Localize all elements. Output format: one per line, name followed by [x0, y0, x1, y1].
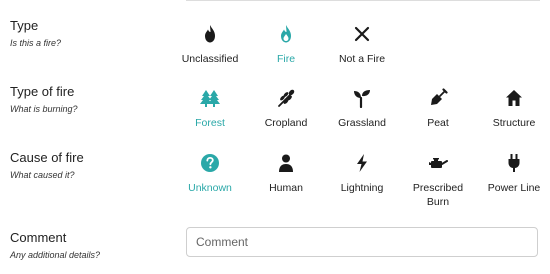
- question-circle-icon: [201, 154, 219, 172]
- cause-option-label: Human: [269, 182, 303, 194]
- cause-option-unknown[interactable]: Unknown: [173, 153, 247, 195]
- fire-type-option-label: Cropland: [264, 117, 308, 129]
- cause-option-label: Lightning: [340, 182, 384, 194]
- type-option-fire[interactable]: Fire: [249, 24, 323, 66]
- cause-option-prescribed-burn[interactable]: Prescribed Burn: [401, 153, 475, 209]
- fire-type-option-label: Structure: [492, 117, 536, 129]
- type-option-unclassified[interactable]: Unclassified: [173, 24, 247, 66]
- fire-type-option-forest[interactable]: Forest: [173, 88, 247, 130]
- type-of-fire-subtitle: What is burning?: [10, 104, 78, 114]
- fire-type-option-label: Peat: [427, 117, 449, 129]
- fire-type-option-grassland[interactable]: Grassland: [325, 88, 399, 130]
- comment-input[interactable]: [186, 227, 538, 257]
- cause-option-lightning[interactable]: Lightning: [325, 153, 399, 195]
- cause-option-label: Prescribed Burn: [412, 182, 464, 208]
- fire-type-option-cropland[interactable]: Cropland: [249, 88, 323, 130]
- fire-type-option-label: Forest: [195, 117, 225, 129]
- flame-icon: [205, 25, 215, 43]
- cause-of-fire-title: Cause of fire: [10, 150, 84, 165]
- flame-icon: [281, 25, 291, 43]
- fire-type-option-structure[interactable]: Structure: [477, 88, 550, 130]
- comment-subtitle: Any additional details?: [10, 250, 101, 260]
- type-option-label: Fire: [276, 53, 296, 65]
- wheat-icon: [278, 89, 295, 107]
- shovel-icon: [431, 88, 448, 105]
- trees-icon: [200, 90, 220, 107]
- cause-option-human[interactable]: Human: [249, 153, 323, 195]
- cause-of-fire-subtitle: What caused it?: [10, 170, 75, 180]
- type-of-fire-title: Type of fire: [10, 84, 75, 99]
- person-icon: [279, 154, 293, 172]
- oil-can-icon: [429, 158, 448, 168]
- plug-icon: [508, 154, 520, 172]
- type-option-label: Unclassified: [181, 53, 239, 65]
- fire-type-option-label: Grassland: [338, 117, 386, 129]
- cause-option-power-line[interactable]: Power Line: [477, 153, 550, 195]
- cause-option-label: Unknown: [188, 182, 232, 194]
- type-title: Type: [10, 18, 39, 33]
- type-subtitle: Is this a fire?: [10, 38, 62, 48]
- type-option-not-a-fire[interactable]: Not a Fire: [325, 24, 399, 66]
- seedling-icon: [354, 90, 370, 108]
- top-divider: [186, 0, 540, 1]
- comment-title: Comment: [10, 230, 67, 245]
- house-icon: [506, 90, 522, 106]
- fire-type-option-peat[interactable]: Peat: [401, 88, 475, 130]
- close-icon: [354, 26, 370, 42]
- cause-option-label: Power Line: [487, 182, 541, 194]
- bolt-icon: [357, 154, 367, 172]
- type-option-label: Not a Fire: [338, 53, 386, 65]
